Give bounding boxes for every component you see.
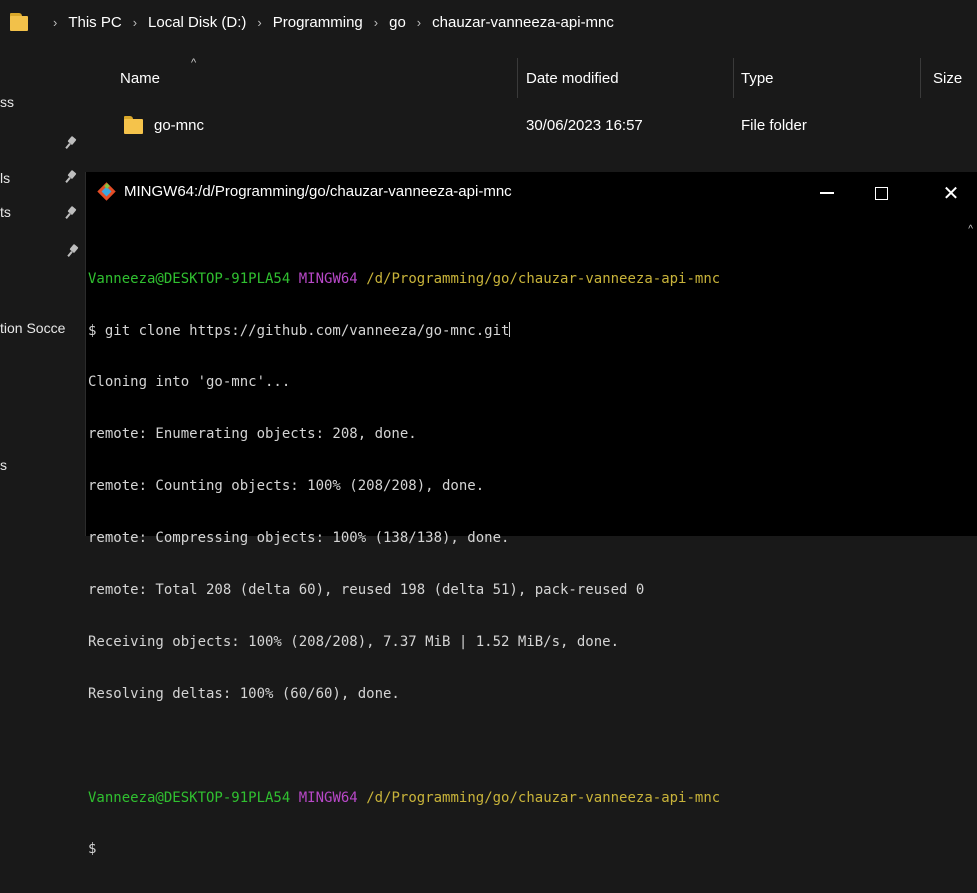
output-line: remote: Counting objects: 100% (208/208)… bbox=[88, 478, 485, 495]
command-line: $ git clone https://github.com/vanneeza/… bbox=[88, 322, 960, 339]
nav-item-2[interactable]: ls bbox=[0, 170, 10, 186]
vertical-scrollbar[interactable]: ^ bbox=[960, 214, 977, 536]
nav-item-5[interactable]: s bbox=[0, 457, 7, 473]
minimize-button[interactable] bbox=[798, 172, 856, 214]
git-bash-icon[interactable] bbox=[97, 182, 117, 202]
pin-icon[interactable] bbox=[66, 171, 78, 183]
prompt-path: /d/Programming/go/chauzar-vanneeza-api-m… bbox=[366, 270, 721, 287]
output-line: remote: Enumerating objects: 208, done. bbox=[88, 426, 417, 443]
prompt-line: Vanneeza@DESKTOP-91PLA54 MINGW64 /d/Prog… bbox=[88, 271, 960, 288]
nav-item-3[interactable]: ts bbox=[0, 204, 11, 220]
address-bar[interactable]: › This PC › Local Disk (D:) › Programmin… bbox=[0, 0, 977, 44]
column-header-name[interactable]: Name bbox=[120, 60, 160, 96]
maximize-icon bbox=[874, 186, 888, 200]
terminal-window[interactable]: MINGW64:/d/Programming/go/chauzar-vannee… bbox=[85, 172, 977, 858]
file-name[interactable]: go-mnc bbox=[154, 117, 204, 134]
minimize-icon bbox=[820, 192, 834, 194]
scroll-up-icon[interactable]: ^ bbox=[968, 224, 973, 235]
file-type: File folder bbox=[741, 117, 807, 134]
breadcrumb-item-programming[interactable]: Programming bbox=[273, 14, 363, 31]
pin-icon[interactable] bbox=[68, 245, 80, 257]
chevron-right-icon[interactable]: › bbox=[417, 15, 421, 30]
command-text: $ git clone https://github.com/vanneeza/… bbox=[88, 323, 510, 340]
prompt-path: /d/Programming/go/chauzar-vanneeza-api-m… bbox=[366, 789, 721, 806]
nav-item-4[interactable]: tion Socce bbox=[0, 320, 65, 336]
output-line: Resolving deltas: 100% (60/60), done. bbox=[88, 685, 400, 702]
chevron-right-icon[interactable]: › bbox=[374, 15, 378, 30]
output-line: remote: Compressing objects: 100% (138/1… bbox=[88, 530, 510, 547]
breadcrumb-item-this-pc[interactable]: This PC bbox=[68, 14, 121, 31]
output-line: Receiving objects: 100% (208/208), 7.37 … bbox=[88, 633, 620, 650]
maximize-button[interactable] bbox=[852, 172, 910, 214]
file-date-modified: 30/06/2023 16:57 bbox=[526, 117, 643, 134]
breadcrumb-item-go[interactable]: go bbox=[389, 14, 406, 31]
navigation-pane: ss ls ts tion Socce s bbox=[0, 44, 90, 536]
chevron-right-icon[interactable]: › bbox=[133, 15, 137, 30]
nav-item-1[interactable]: ss bbox=[0, 94, 14, 110]
breadcrumb-item-local-disk[interactable]: Local Disk (D:) bbox=[148, 14, 246, 31]
text-cursor bbox=[509, 322, 511, 338]
folder-icon bbox=[124, 115, 144, 135]
folder-icon bbox=[8, 13, 30, 31]
terminal-title-bar[interactable]: MINGW64:/d/Programming/go/chauzar-vannee… bbox=[86, 172, 977, 214]
prompt-symbol: $ bbox=[88, 841, 97, 858]
output-line: remote: Total 208 (delta 60), reused 198… bbox=[88, 581, 645, 598]
output-line: Cloning into 'go-mnc'... bbox=[88, 374, 291, 391]
column-divider[interactable] bbox=[920, 58, 921, 98]
column-divider[interactable] bbox=[517, 58, 518, 98]
breadcrumb[interactable]: › This PC › Local Disk (D:) › Programmin… bbox=[8, 6, 968, 38]
sort-ascending-icon: ^ bbox=[191, 57, 197, 69]
column-header-size[interactable]: Size bbox=[933, 60, 962, 96]
prompt-system: MINGW64 bbox=[298, 789, 358, 806]
chevron-right-icon[interactable]: › bbox=[53, 15, 57, 30]
table-row[interactable]: go-mnc 30/06/2023 16:57 File folder bbox=[110, 108, 970, 144]
window-title: MINGW64:/d/Programming/go/chauzar-vannee… bbox=[124, 183, 512, 200]
prompt-line: Vanneeza@DESKTOP-91PLA54 MINGW64 /d/Prog… bbox=[88, 790, 960, 807]
pin-icon[interactable] bbox=[66, 207, 78, 219]
column-header-type[interactable]: Type bbox=[741, 60, 774, 96]
prompt-user: Vanneeza@DESKTOP-91PLA54 bbox=[88, 789, 291, 806]
prompt-user: Vanneeza@DESKTOP-91PLA54 bbox=[88, 270, 291, 287]
terminal-output[interactable]: Vanneeza@DESKTOP-91PLA54 MINGW64 /d/Prog… bbox=[86, 214, 960, 858]
chevron-right-icon[interactable]: › bbox=[257, 15, 261, 30]
column-divider[interactable] bbox=[733, 58, 734, 98]
prompt-system: MINGW64 bbox=[298, 270, 358, 287]
column-header-date-modified[interactable]: Date modified bbox=[526, 60, 619, 96]
close-icon: ✕ bbox=[942, 181, 960, 205]
pin-icon[interactable] bbox=[66, 137, 78, 149]
breadcrumb-item-current[interactable]: chauzar-vanneeza-api-mnc bbox=[432, 14, 614, 31]
close-button[interactable]: ✕ bbox=[922, 172, 977, 214]
